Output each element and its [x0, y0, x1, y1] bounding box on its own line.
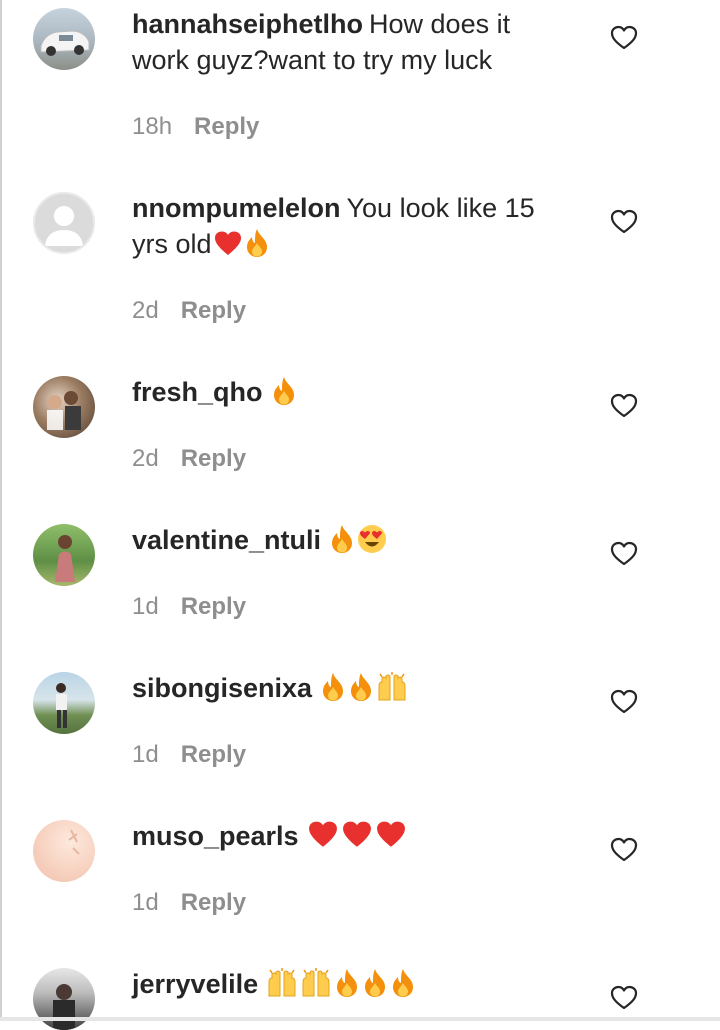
reply-button[interactable]: Reply [181, 889, 246, 916]
like-heart-icon[interactable] [610, 209, 638, 235]
fire-emoji-icon [393, 969, 414, 997]
reply-button[interactable]: Reply [181, 741, 246, 768]
peach-avatar-image [68, 829, 80, 855]
heart-eyes-emoji-icon [358, 525, 387, 553]
car-avatar-image [40, 30, 90, 56]
comment-time: 18h [132, 113, 173, 140]
fire-emoji-icon [332, 525, 353, 553]
like-heart-icon[interactable] [610, 985, 638, 1011]
raised-hands-emoji-icon [302, 968, 330, 997]
comment-time: 1d [132, 889, 159, 916]
person-avatar-image [55, 535, 75, 582]
red-heart-emoji-icon [376, 821, 405, 847]
fire-emoji-icon [323, 673, 344, 701]
reply-button[interactable]: Reply [181, 593, 246, 620]
comment-username[interactable]: sibongisenixa [132, 673, 312, 703]
comment-username[interactable]: jerryvelile [132, 969, 258, 999]
like-heart-icon[interactable] [610, 393, 638, 419]
fire-emoji-icon [246, 229, 267, 257]
red-heart-emoji-icon [214, 231, 241, 255]
fire-emoji-icon [365, 969, 386, 997]
reply-button[interactable]: Reply [181, 297, 246, 324]
like-heart-icon[interactable] [610, 689, 638, 715]
like-heart-icon[interactable] [610, 25, 638, 51]
red-heart-emoji-icon [342, 821, 371, 847]
comment-time: 1d [132, 741, 159, 768]
avatar[interactable] [33, 376, 95, 438]
raised-hands-emoji-icon [378, 672, 406, 701]
avatar[interactable] [33, 8, 95, 70]
avatar[interactable] [33, 672, 95, 734]
avatar[interactable] [33, 524, 95, 586]
comment-username[interactable]: hannahseiphetlho [132, 9, 363, 39]
avatar[interactable] [33, 192, 95, 254]
raised-hands-emoji-icon [268, 968, 296, 997]
like-heart-icon[interactable] [610, 541, 638, 567]
avatar[interactable] [33, 820, 95, 882]
bottom-divider [0, 1017, 720, 1021]
outdoor-avatar-image [56, 683, 67, 728]
fire-emoji-icon [351, 673, 372, 701]
like-heart-icon[interactable] [610, 837, 638, 863]
group-avatar-image [47, 391, 81, 430]
comment-username[interactable]: valentine_ntuli [132, 525, 321, 555]
reply-button[interactable]: Reply [181, 445, 246, 472]
default-profile-icon [45, 206, 83, 246]
comment-username[interactable]: nnompumelelon [132, 193, 341, 223]
left-edge-divider [0, 0, 2, 1021]
comment-time: 2d [132, 297, 159, 324]
fire-emoji-icon [337, 969, 358, 997]
comment-time: 1d [132, 593, 159, 620]
reply-button[interactable]: Reply [194, 113, 259, 140]
comment-username[interactable]: fresh_qho [132, 377, 263, 407]
fire-emoji-icon [273, 377, 294, 405]
comment-time: 2d [132, 445, 159, 472]
comment-username[interactable]: muso_pearls [132, 821, 299, 851]
red-heart-emoji-icon [308, 821, 337, 847]
